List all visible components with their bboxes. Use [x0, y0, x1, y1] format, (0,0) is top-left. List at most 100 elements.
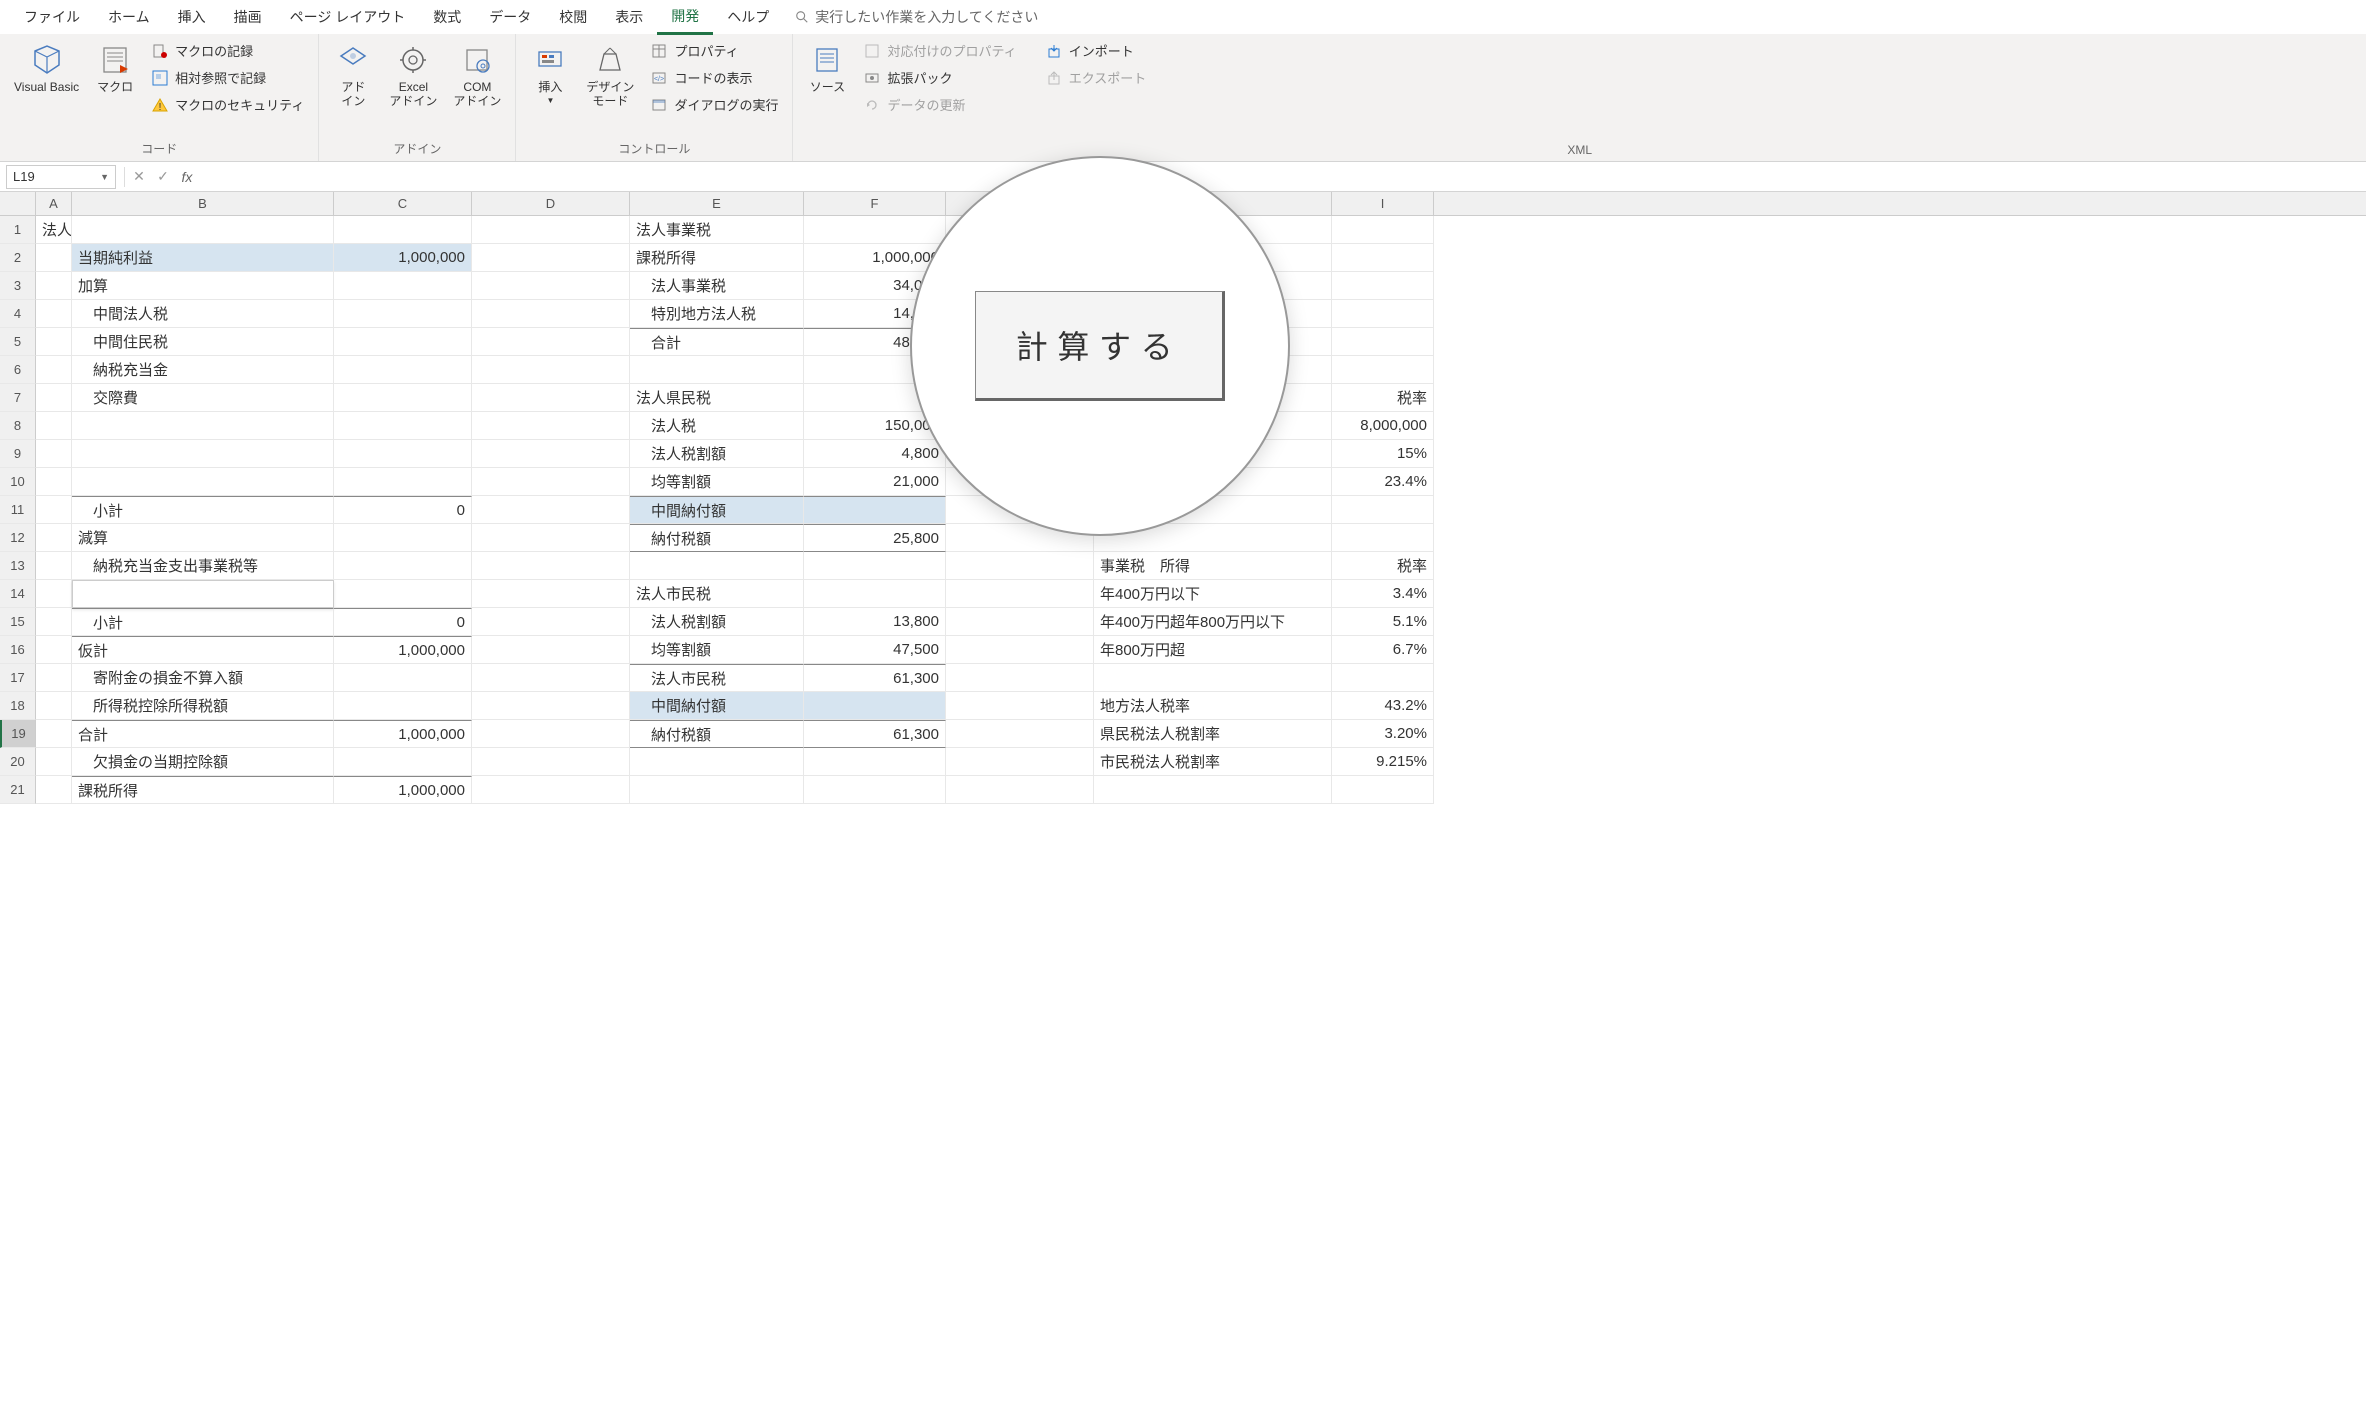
run-dialog-button[interactable]: ダイアログの実行 [644, 92, 784, 117]
cell[interactable]: 合計 [72, 720, 334, 748]
cell[interactable] [36, 776, 72, 804]
cell[interactable] [1094, 776, 1332, 804]
cell[interactable]: 3.20% [1332, 720, 1434, 748]
row-header-20[interactable]: 20 [0, 748, 36, 776]
cell[interactable]: 43.2% [1332, 692, 1434, 720]
cell[interactable] [472, 692, 630, 720]
cell[interactable] [334, 440, 472, 468]
cell[interactable] [334, 328, 472, 356]
row-header-2[interactable]: 2 [0, 244, 36, 272]
cell[interactable]: 法人事業税 [630, 216, 804, 244]
cell[interactable] [334, 300, 472, 328]
col-header-A[interactable]: A [36, 192, 72, 215]
cell[interactable] [36, 468, 72, 496]
cell[interactable] [36, 636, 72, 664]
select-all-corner[interactable] [0, 192, 36, 215]
cell[interactable] [804, 776, 946, 804]
cell[interactable]: 中間法人税 [72, 300, 334, 328]
cell[interactable] [630, 748, 804, 776]
cell[interactable]: 地方法人税率 [1094, 692, 1332, 720]
cell[interactable]: 4,800 [804, 440, 946, 468]
cell[interactable] [72, 216, 334, 244]
cell[interactable]: 年400万円以下 [1094, 580, 1332, 608]
cell[interactable] [472, 664, 630, 692]
menu-data[interactable]: データ [475, 1, 545, 33]
menu-review[interactable]: 校閲 [545, 1, 601, 33]
relative-reference-button[interactable]: 相対参照で記録 [145, 65, 310, 90]
cell[interactable] [472, 776, 630, 804]
row-header-17[interactable]: 17 [0, 664, 36, 692]
cell[interactable]: 中間住民税 [72, 328, 334, 356]
row-header-21[interactable]: 21 [0, 776, 36, 804]
cell[interactable]: 61,300 [804, 664, 946, 692]
macro-security-button[interactable]: ! マクロのセキュリティ [145, 92, 310, 117]
cell[interactable] [1332, 356, 1434, 384]
cell[interactable] [472, 552, 630, 580]
cell[interactable]: 3.4% [1332, 580, 1434, 608]
cell[interactable] [804, 552, 946, 580]
cell[interactable] [36, 328, 72, 356]
cell[interactable]: 6.7% [1332, 636, 1434, 664]
row-header-3[interactable]: 3 [0, 272, 36, 300]
cell[interactable] [472, 272, 630, 300]
cell[interactable] [1094, 664, 1332, 692]
cell[interactable] [472, 328, 630, 356]
cell[interactable] [472, 720, 630, 748]
cell[interactable] [472, 244, 630, 272]
cell[interactable]: 13,800 [804, 608, 946, 636]
cell[interactable]: 減算 [72, 524, 334, 552]
cell[interactable]: 法人県民税 [630, 384, 804, 412]
cell[interactable]: 年400万円超年800万円以下 [1094, 608, 1332, 636]
cell[interactable]: 寄附金の損金不算入額 [72, 664, 334, 692]
cell[interactable]: 小計 [72, 608, 334, 636]
cell[interactable] [36, 244, 72, 272]
cell[interactable] [36, 692, 72, 720]
cell[interactable]: 法人税 [630, 412, 804, 440]
cell[interactable] [630, 776, 804, 804]
cell[interactable]: 1,000,000 [334, 720, 472, 748]
cell[interactable] [36, 608, 72, 636]
menu-help[interactable]: ヘルプ [713, 1, 783, 33]
cell[interactable] [334, 692, 472, 720]
menu-page-layout[interactable]: ページ レイアウト [276, 1, 420, 33]
cell[interactable] [472, 580, 630, 608]
cell[interactable] [946, 608, 1094, 636]
cell[interactable] [472, 748, 630, 776]
com-addins-button[interactable]: COM アドイン [447, 38, 507, 113]
visual-basic-button[interactable]: Visual Basic [8, 38, 85, 98]
row-header-11[interactable]: 11 [0, 496, 36, 524]
cell[interactable] [1332, 216, 1434, 244]
menu-draw[interactable]: 描画 [220, 1, 276, 33]
cell[interactable]: 1,000,000 [334, 776, 472, 804]
cell[interactable]: 1,000,000 [334, 244, 472, 272]
menu-home[interactable]: ホーム [94, 1, 164, 33]
cell[interactable]: 仮計 [72, 636, 334, 664]
cell[interactable] [804, 692, 946, 720]
cell[interactable]: 法人市民税 [630, 580, 804, 608]
cell[interactable] [630, 552, 804, 580]
enter-formula-button[interactable]: ✓ [151, 165, 175, 189]
cell[interactable]: 0 [334, 496, 472, 524]
cell[interactable] [1332, 244, 1434, 272]
cell[interactable] [72, 468, 334, 496]
cell[interactable] [334, 356, 472, 384]
col-header-F[interactable]: F [804, 192, 946, 215]
insert-control-button[interactable]: 挿入 ▼ [524, 38, 576, 109]
cell[interactable] [334, 524, 472, 552]
cell[interactable]: 年800万円超 [1094, 636, 1332, 664]
cell[interactable] [334, 216, 472, 244]
expansion-pack-button[interactable]: 拡張パック [857, 65, 1022, 90]
addins-button[interactable]: アド イン [327, 38, 379, 113]
cell[interactable] [1332, 664, 1434, 692]
col-header-E[interactable]: E [630, 192, 804, 215]
cell[interactable] [472, 608, 630, 636]
cell[interactable] [946, 636, 1094, 664]
name-box[interactable]: L19 ▼ [6, 165, 116, 189]
cell[interactable] [472, 216, 630, 244]
cell[interactable]: 法人税割額 [630, 608, 804, 636]
cell[interactable] [1332, 272, 1434, 300]
cell[interactable]: 中間納付額 [630, 496, 804, 524]
cell[interactable] [334, 272, 472, 300]
cell[interactable]: 23.4% [1332, 468, 1434, 496]
row-header-18[interactable]: 18 [0, 692, 36, 720]
